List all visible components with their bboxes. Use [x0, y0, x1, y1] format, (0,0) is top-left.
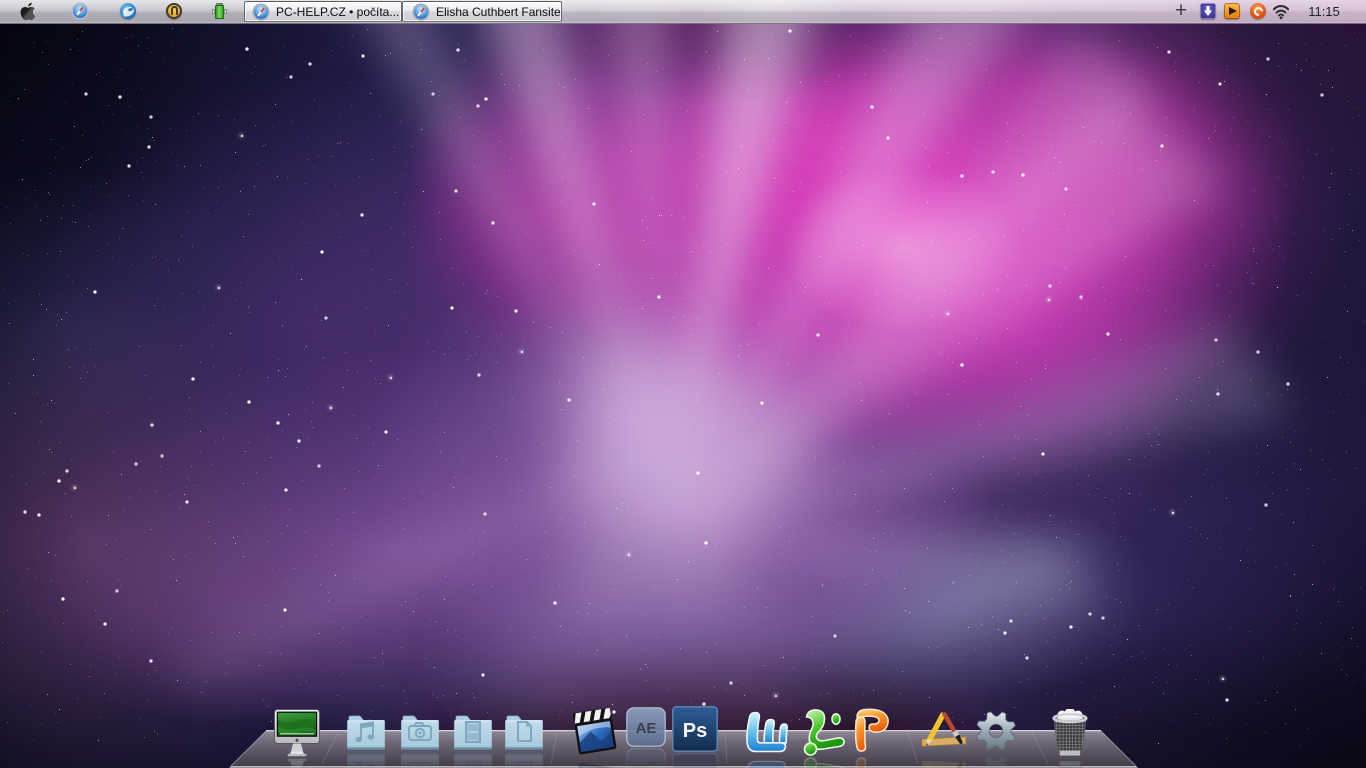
- svg-text:Ps: Ps: [683, 720, 707, 742]
- svg-text:AE: AE: [636, 720, 657, 737]
